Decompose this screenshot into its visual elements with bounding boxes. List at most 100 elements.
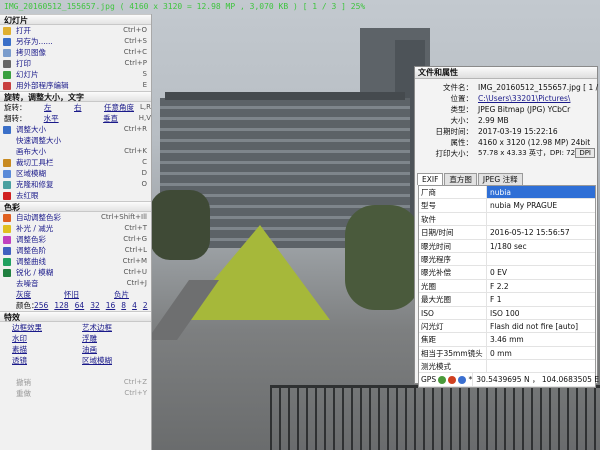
exif-gps-row[interactable]: GPS * 30.5439695 N ， 104.0683505 E: [419, 373, 599, 387]
slideshow-item-3[interactable]: 打印 Ctrl+P: [0, 58, 151, 69]
exif-key: 曝光程序: [419, 252, 487, 266]
slideshow-item-1[interactable]: 另存为...... Ctrl+S: [0, 36, 151, 47]
green-lawn: [180, 225, 330, 320]
exif-key: 测光模式: [419, 360, 487, 373]
exif-key: 厂商: [419, 186, 487, 199]
undo-item[interactable]: 撤销 Ctrl+Z: [0, 377, 151, 388]
exif-row[interactable]: 最大光圈 F 1: [419, 293, 595, 307]
external-edit-icon: [3, 82, 11, 90]
color-item-1[interactable]: 补光 / 减光 Ctrl+T: [0, 223, 151, 234]
color-item-shortcut: Ctrl+L: [124, 246, 147, 254]
effect-link-0-1[interactable]: 艺术边框: [82, 322, 151, 333]
rotate-item-3[interactable]: 裁切工具栏 C: [0, 157, 151, 168]
slideshow-item-2[interactable]: 拷贝图像 Ctrl+C: [0, 47, 151, 58]
effect-link-3-0[interactable]: 透镜: [12, 355, 82, 366]
exif-key: 日期/时间: [419, 226, 487, 239]
rotate-item-5[interactable]: 克隆和修复 O: [0, 179, 151, 190]
effect-link-3-1[interactable]: 区域模糊: [82, 355, 151, 366]
red-eye-icon: [3, 192, 11, 200]
open-folder-icon: [3, 27, 11, 35]
pin-icon[interactable]: [448, 376, 457, 385]
negative-link[interactable]: 负片: [114, 289, 129, 300]
exif-row[interactable]: 型号 nubia My PRAGUE: [419, 199, 595, 213]
color-item-2[interactable]: 调整色彩 Ctrl+G: [0, 234, 151, 245]
color-depth-2[interactable]: 2: [143, 300, 148, 311]
rotate-left-link[interactable]: 左: [44, 102, 74, 113]
color-depth-128[interactable]: 128: [54, 300, 68, 311]
slideshow-item-5[interactable]: 用外部程序编辑 E: [0, 80, 151, 91]
info-field-key: 文件名：: [443, 83, 473, 92]
tab-0[interactable]: EXIF: [417, 173, 444, 185]
rotate-item-2[interactable]: 画布大小 Ctrl+K: [0, 146, 151, 157]
exif-row[interactable]: 曝光补偿 0 EV: [419, 266, 595, 280]
exif-row[interactable]: 光圈 F 2.2: [419, 279, 595, 294]
globe-icon[interactable]: [458, 376, 467, 385]
rotate-item-4[interactable]: 区域模糊 D: [0, 168, 151, 179]
slideshow-item-4[interactable]: 幻灯片 S: [0, 69, 151, 80]
exif-row[interactable]: 相当于35mm镜头 0 mm: [419, 346, 595, 361]
color-item-0[interactable]: 自动调整色彩 Ctrl+Shift+Ill: [0, 212, 151, 223]
rotate-label: 旋转：: [4, 103, 27, 112]
slideshow-item-shortcut: Ctrl+C: [123, 48, 147, 56]
rotate-item-shortcut: Ctrl+K: [124, 147, 147, 155]
effect-link-1-1[interactable]: 浮雕: [82, 333, 151, 344]
tab-2[interactable]: JPEG 注释: [477, 173, 523, 185]
color-depth-256[interactable]: 256: [34, 300, 48, 311]
copy-icon: [3, 49, 11, 57]
color-item-6[interactable]: 去噪音 Ctrl+J: [0, 278, 151, 289]
levels-icon: [3, 247, 11, 255]
section-header-color: 色彩: [0, 201, 151, 212]
exif-row[interactable]: 闪光灯 Flash did not fire [auto]: [419, 319, 595, 334]
effect-link-0-0[interactable]: 边框效果: [12, 322, 82, 333]
info-field: 日期时间： 2017-03-19 15:22:16: [415, 126, 597, 137]
color-depth-32[interactable]: 32: [90, 300, 100, 311]
color-item-label: 调整色彩: [16, 235, 46, 244]
exif-row[interactable]: ISO ISO 100: [419, 306, 595, 320]
effect-link-2-1[interactable]: 油画: [82, 344, 151, 355]
color-depth-4[interactable]: 4: [132, 300, 137, 311]
rotate-item-label: 克隆和修复: [16, 180, 54, 189]
rotate-any-angle-link[interactable]: 任意角度: [104, 102, 140, 113]
exif-row[interactable]: 焦距 3.46 mm: [419, 333, 595, 347]
info-field-key: 属性：: [450, 138, 474, 147]
exif-row[interactable]: 日期/时间 2016-05-12 15:56:57: [419, 226, 595, 240]
color-depth-8[interactable]: 8: [121, 300, 126, 311]
clone-icon: [3, 181, 11, 189]
exif-row[interactable]: 软件: [419, 212, 595, 227]
flip-horizontal-link[interactable]: 水平: [44, 113, 103, 124]
rotate-item-1[interactable]: 快速调整大小: [0, 135, 151, 146]
redo-item[interactable]: 重做 Ctrl+Y: [0, 388, 151, 399]
map-icon[interactable]: [438, 376, 447, 385]
effect-link-2-0[interactable]: 素描: [12, 344, 82, 355]
section-header-slideshow: 幻灯片: [0, 14, 151, 25]
section-header-rotate: 旋转，调整大小，文字: [0, 91, 151, 102]
exif-key: 光圈: [419, 279, 487, 293]
slideshow-item-0[interactable]: 打开 Ctrl+O: [0, 25, 151, 36]
info-field-value: 4160 x 3120 (12.98 MP) 24bit: [478, 138, 591, 147]
exif-row[interactable]: 曝光时间 1/180 sec: [419, 239, 595, 253]
rotate-right-link[interactable]: 右: [74, 102, 104, 113]
color-item-5[interactable]: 锐化 / 模糊 Ctrl+U: [0, 267, 151, 278]
rotate-item-0[interactable]: 调整大小 Ctrl+R: [0, 124, 151, 135]
rotate-row: 旋转： 左 右 任意角度 L,R: [0, 102, 151, 113]
exif-row[interactable]: 曝光程序: [419, 252, 595, 267]
color-depth-64[interactable]: 64: [75, 300, 85, 311]
dpi-button[interactable]: DPI: [575, 148, 595, 158]
grayscale-link[interactable]: 灰度: [16, 289, 64, 300]
sepia-link[interactable]: 怀旧: [64, 289, 114, 300]
slideshow-item-label: 幻灯片: [16, 70, 39, 79]
color-item-3[interactable]: 调整色阶 Ctrl+L: [0, 245, 151, 256]
color-depth-16[interactable]: 16: [106, 300, 116, 311]
flip-vertical-link[interactable]: 垂直: [103, 113, 139, 124]
exif-row[interactable]: 厂商 nubia: [419, 186, 595, 200]
color-item-4[interactable]: 调整曲线 Ctrl+M: [0, 256, 151, 267]
exif-key: 型号: [419, 199, 487, 212]
effect-link-1-0[interactable]: 水印: [12, 333, 82, 344]
tab-1[interactable]: 直方图: [444, 173, 477, 185]
exif-row[interactable]: 测光模式: [419, 360, 595, 374]
rotate-item-6[interactable]: 去红眼: [0, 190, 151, 201]
undo-shortcut: Ctrl+Z: [123, 378, 147, 386]
exif-value: F 2.2: [490, 281, 509, 291]
rotate-item-label: 去红眼: [16, 191, 39, 200]
flip-shortcut: H,V: [138, 114, 151, 122]
